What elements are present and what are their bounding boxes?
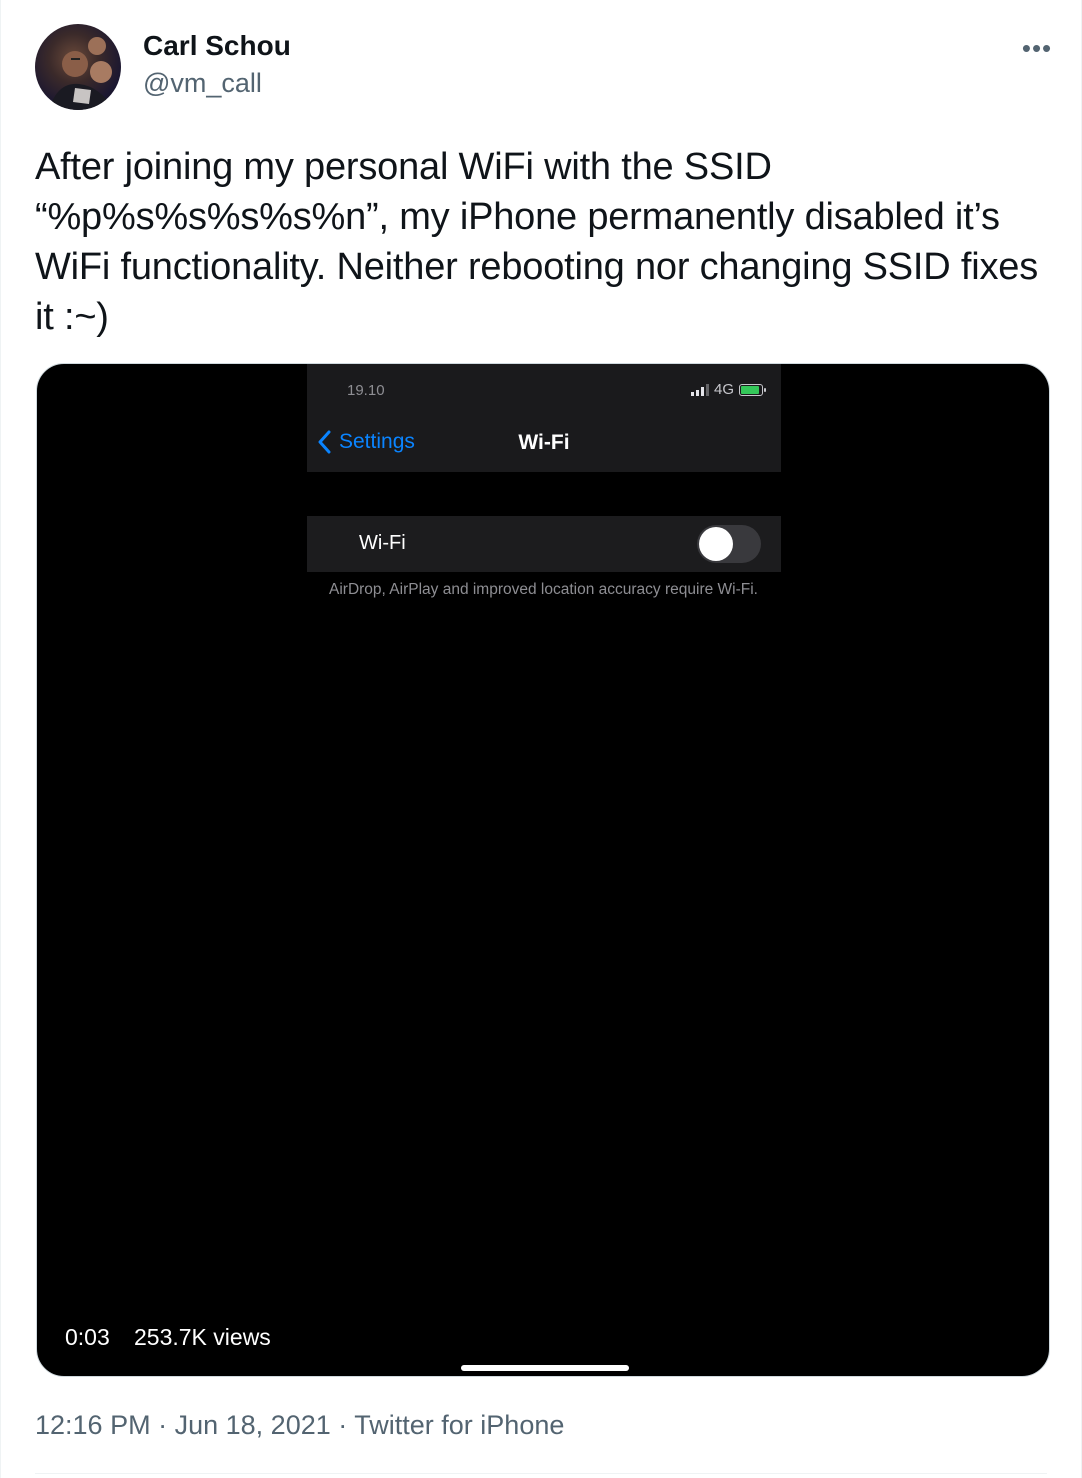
tweet-metadata: 12:16 PM · Jun 18, 2021 · Twitter for iP… bbox=[35, 1410, 564, 1441]
tweet-text: After joining my personal WiFi with the … bbox=[35, 146, 1039, 338]
tweet-card: Carl Schou @vm_call ••• After joining my… bbox=[0, 0, 1082, 1478]
wifi-toggle-switch[interactable] bbox=[697, 525, 761, 563]
more-options-icon[interactable]: ••• bbox=[1013, 30, 1061, 66]
network-type: 4G bbox=[713, 381, 734, 398]
avatar[interactable] bbox=[35, 24, 121, 110]
battery-charging-icon bbox=[739, 383, 766, 396]
status-indicators: 4G bbox=[690, 381, 766, 398]
video-progress-bar[interactable] bbox=[461, 1365, 629, 1371]
video-player[interactable]: 19.10 4G Settings Wi-Fi Wi-Fi AirDrop, A… bbox=[36, 363, 1050, 1377]
video-progress-fill bbox=[461, 1365, 629, 1371]
wifi-row-label: Wi-Fi bbox=[359, 532, 406, 554]
tweet-source[interactable]: Twitter for iPhone bbox=[354, 1410, 564, 1440]
divider bbox=[35, 1473, 1047, 1474]
wifi-footnote: AirDrop, AirPlay and improved location a… bbox=[329, 581, 758, 598]
phone-screen-recording: 19.10 4G Settings Wi-Fi Wi-Fi AirDrop, A… bbox=[307, 364, 781, 1376]
signal-icon bbox=[690, 383, 709, 396]
separator: · bbox=[158, 1410, 168, 1440]
author-name[interactable]: Carl Schou bbox=[143, 30, 291, 62]
wifi-toggle-row[interactable]: Wi-Fi bbox=[307, 516, 781, 572]
nav-title: Wi-Fi bbox=[518, 431, 570, 454]
ios-nav-header: 19.10 4G Settings Wi-Fi bbox=[307, 364, 781, 472]
tweet-time[interactable]: 12:16 PM bbox=[35, 1410, 151, 1440]
tweet-date[interactable]: Jun 18, 2021 bbox=[175, 1410, 331, 1440]
video-view-count: 253.7K views bbox=[134, 1324, 271, 1350]
author-handle[interactable]: @vm_call bbox=[143, 68, 262, 99]
toggle-knob bbox=[699, 527, 733, 561]
separator: · bbox=[338, 1410, 348, 1440]
status-time: 19.10 bbox=[347, 382, 385, 399]
video-elapsed-time: 0:03 bbox=[65, 1324, 110, 1350]
